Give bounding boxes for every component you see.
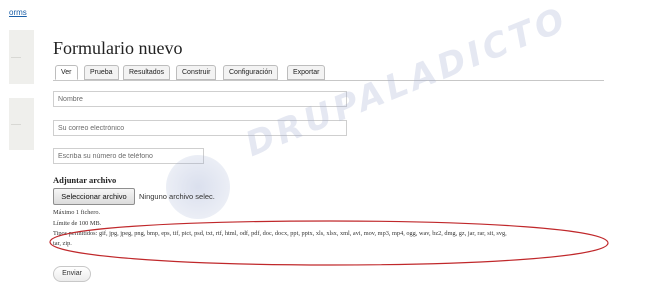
tab-prueba[interactable]: Prueba — [84, 65, 119, 80]
breadcrumb-link[interactable]: orms — [9, 8, 27, 17]
highlight-ellipse — [49, 220, 609, 266]
tab-resultados[interactable]: Resultados — [123, 65, 171, 80]
file-status-text: Ninguno archivo selec. — [139, 192, 215, 201]
file-help-max-files: Máximo 1 fichero. — [53, 209, 101, 216]
tab-construir[interactable]: Construir — [176, 65, 217, 80]
sidebar-block — [9, 98, 34, 150]
tab-ver[interactable]: Ver — [55, 65, 78, 80]
page-title: Formulario nuevo — [53, 38, 183, 58]
watermark-text: DRUPALADICTO — [240, 0, 574, 166]
file-upload-label: Adjuntar archivo — [53, 175, 117, 185]
tab-exportar[interactable]: Exportar — [287, 65, 326, 80]
tab-configuracion[interactable]: Configuración — [223, 65, 279, 80]
submit-button[interactable]: Enviar — [53, 266, 91, 282]
watermark-logo — [166, 155, 230, 219]
tab-bar: Ver Prueba Resultados Construir Configur… — [53, 65, 604, 81]
sidebar-block — [9, 30, 34, 84]
choose-file-button[interactable]: Seleccionar archivo — [53, 188, 135, 205]
